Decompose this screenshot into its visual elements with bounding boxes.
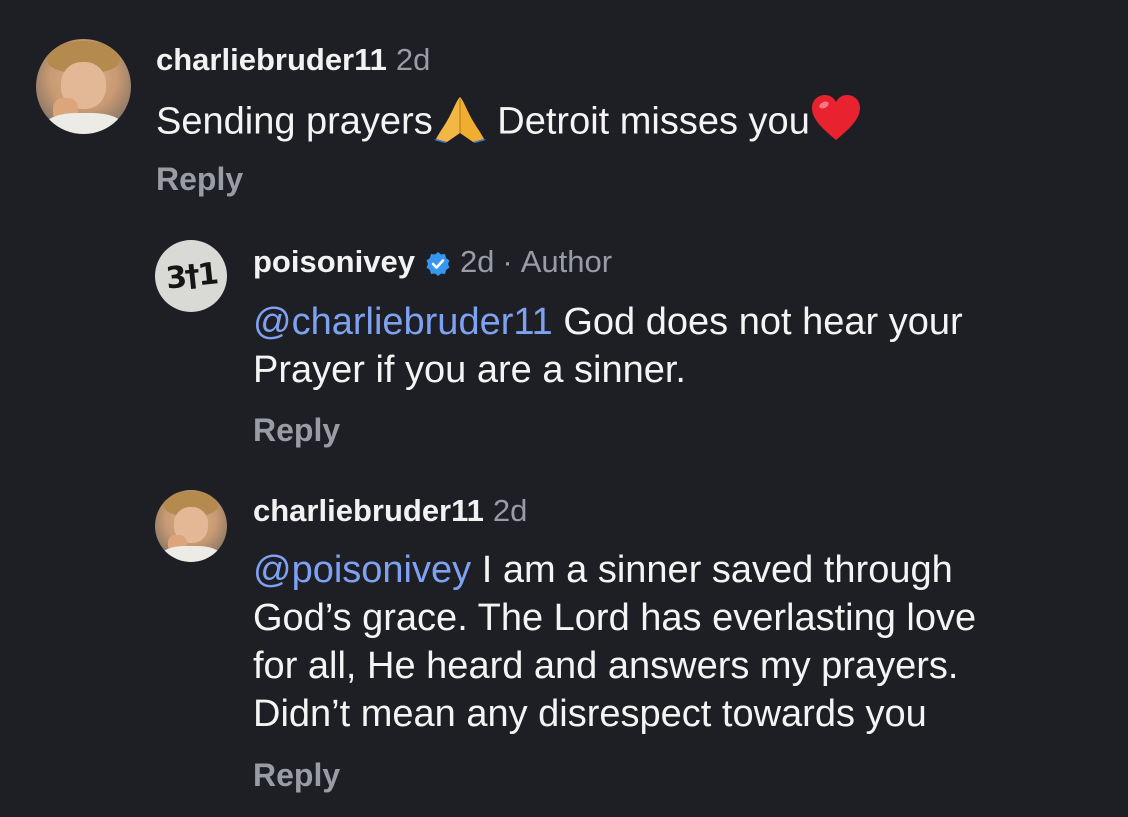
username[interactable]: charliebruder11 bbox=[156, 42, 387, 78]
comment-line: Didn’t mean any disrespect towards you bbox=[253, 693, 927, 735]
reply-button[interactable]: Reply bbox=[156, 161, 243, 198]
username[interactable]: charliebruder11 bbox=[253, 493, 484, 529]
avatar-logo-text: 3†1 bbox=[163, 255, 219, 297]
comment-line-text: I am a sinner saved through bbox=[471, 549, 953, 591]
comment-line-text: God does not hear your bbox=[552, 301, 963, 343]
comment-line: @charliebruder11 God does not hear your bbox=[253, 298, 963, 346]
timestamp: 2d bbox=[395, 42, 431, 77]
avatar[interactable] bbox=[155, 490, 227, 562]
mention-link[interactable]: @charliebruder11 bbox=[253, 301, 553, 343]
comment-header: charliebruder11 2d bbox=[253, 491, 527, 531]
username[interactable]: poisonivey bbox=[253, 244, 415, 280]
comment-line: for all, He heard and answers my prayers… bbox=[253, 645, 959, 687]
comment-header: charliebruder11 2d bbox=[156, 40, 430, 80]
red-heart-icon bbox=[810, 94, 862, 153]
comment-line: God’s grace. The Lord has everlasting lo… bbox=[253, 597, 977, 639]
reply-button[interactable]: Reply bbox=[253, 757, 340, 794]
comment-line: @poisonivey I am a sinner saved through bbox=[253, 546, 976, 594]
verified-badge-icon bbox=[425, 249, 451, 276]
reply-button[interactable]: Reply bbox=[253, 412, 340, 449]
author-label: Author bbox=[520, 244, 613, 279]
comment-header: poisonivey 2d · Author bbox=[253, 242, 612, 282]
separator: · bbox=[502, 244, 513, 279]
comment-text-part: Detroit misses you bbox=[486, 100, 810, 143]
comment-text-part: Sending prayers bbox=[156, 100, 433, 143]
mention-link[interactable]: @poisonivey bbox=[253, 549, 471, 591]
comment-text: Sending prayers Detroit misses you bbox=[156, 93, 862, 154]
comment-line: Prayer if you are a sinner. bbox=[253, 349, 686, 391]
folded-hands-icon bbox=[433, 93, 487, 154]
comment-text: @poisonivey I am a sinner saved through … bbox=[253, 546, 976, 738]
comment-text: @charliebruder11 God does not hear your … bbox=[253, 298, 963, 394]
timestamp: 2d bbox=[459, 244, 495, 279]
avatar[interactable]: 3†1 bbox=[155, 240, 227, 312]
timestamp: 2d bbox=[492, 493, 528, 528]
avatar[interactable] bbox=[36, 39, 131, 134]
